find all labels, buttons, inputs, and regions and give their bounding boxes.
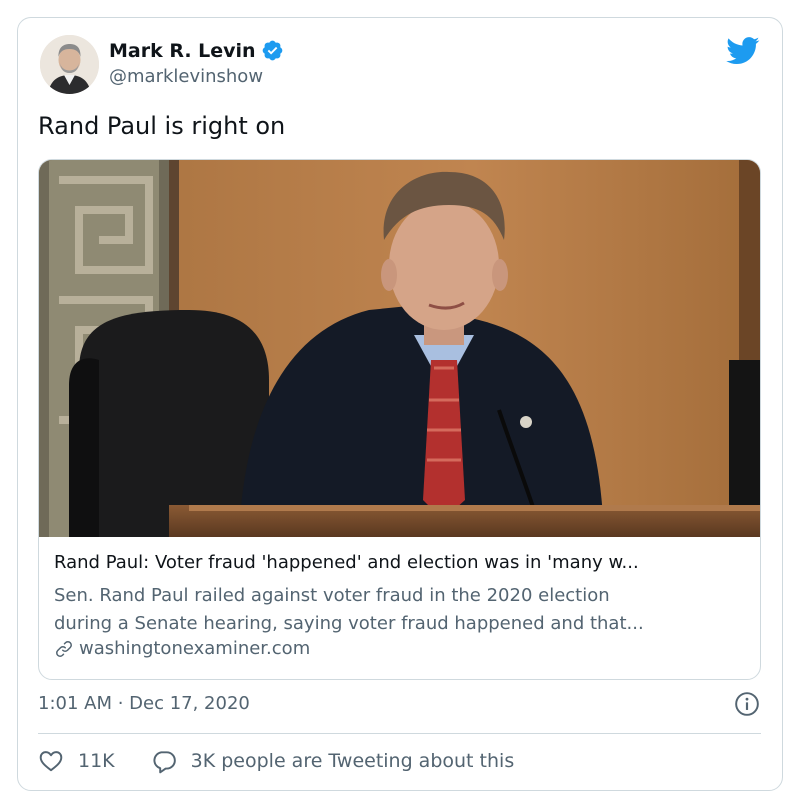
divider bbox=[38, 733, 761, 734]
link-description-line: Sen. Rand Paul railed against voter frau… bbox=[54, 585, 610, 606]
link-preview-card[interactable]: Rand Paul: Voter fraud 'happened' and el… bbox=[38, 159, 761, 680]
verified-badge-icon bbox=[262, 40, 282, 61]
link-domain-text[interactable]: washingtonexaminer.com bbox=[79, 638, 310, 659]
author-handle[interactable]: @marklevinshow bbox=[109, 66, 263, 87]
twitter-bird-icon[interactable] bbox=[726, 37, 760, 65]
like-button[interactable]: 11K bbox=[38, 748, 115, 774]
reply-conversation-button[interactable]: 3K people are Tweeting about this bbox=[151, 748, 515, 774]
link-icon bbox=[56, 640, 72, 657]
heart-icon bbox=[39, 751, 63, 772]
tweet-text: Rand Paul is right on bbox=[38, 112, 286, 140]
reply-bubble-icon bbox=[153, 751, 176, 774]
tweet-timestamp[interactable]: 1:01 AM · Dec 17, 2020 bbox=[38, 693, 250, 714]
link-description-line: during a Senate hearing, saying voter fr… bbox=[54, 613, 644, 634]
tweet-card[interactable]: Mark R. Levin @marklevinshow Rand Paul i… bbox=[17, 17, 783, 791]
article-photo bbox=[39, 160, 760, 537]
like-count: 11K bbox=[78, 750, 115, 772]
action-bar: 11K 3K people are Tweeting about this bbox=[38, 748, 514, 774]
link-domain[interactable]: washingtonexaminer.com bbox=[54, 638, 310, 659]
info-icon[interactable] bbox=[734, 691, 760, 717]
reply-conversation-text: 3K people are Tweeting about this bbox=[190, 750, 515, 772]
author-display-name[interactable]: Mark R. Levin bbox=[109, 40, 256, 62]
link-title[interactable]: Rand Paul: Voter fraud 'happened' and el… bbox=[54, 552, 749, 573]
link-description: Sen. Rand Paul railed against voter frau… bbox=[54, 582, 749, 638]
avatar[interactable] bbox=[40, 35, 99, 94]
author-name-row[interactable]: Mark R. Levin bbox=[109, 39, 284, 62]
